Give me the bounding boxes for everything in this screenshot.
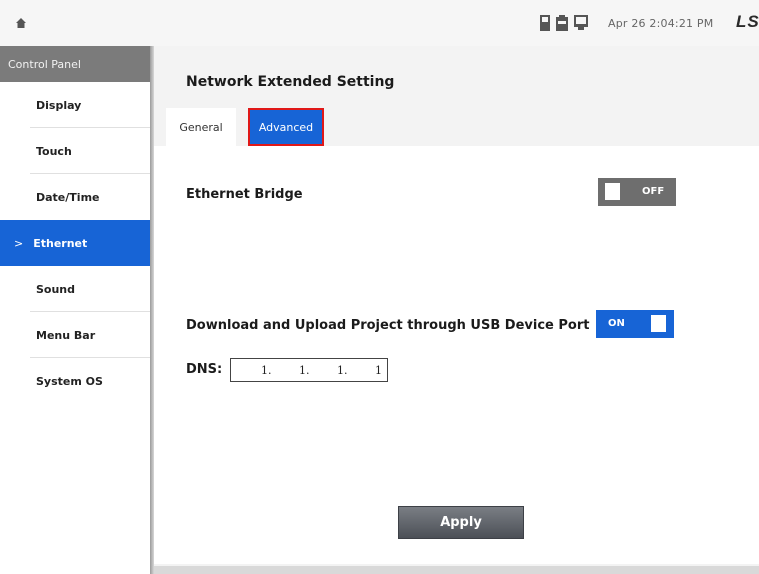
dns-octet: 1. xyxy=(299,364,310,377)
usb-transfer-toggle[interactable]: ON xyxy=(596,310,674,338)
sidebar: Control Panel Display Touch Date/Time > … xyxy=(0,46,150,574)
sidebar-item-label: Display xyxy=(36,98,82,112)
sidebar-item-label: Touch xyxy=(36,144,72,158)
ethernet-bridge-toggle[interactable]: OFF xyxy=(598,178,676,206)
toggle-state: ON xyxy=(608,318,625,329)
sidebar-item-ethernet[interactable]: > Ethernet xyxy=(0,220,150,266)
toggle-knob xyxy=(651,315,666,332)
sidebar-item-label: Sound xyxy=(36,282,76,296)
ethernet-bridge-label: Ethernet Bridge xyxy=(186,187,303,202)
chevron-right-icon: > xyxy=(14,236,24,250)
main-content: Network Extended Setting General Advance… xyxy=(154,46,759,574)
sidebar-item-label: System OS xyxy=(36,374,103,388)
bottom-strip xyxy=(154,566,759,574)
home-icon[interactable] xyxy=(16,18,26,28)
sidebar-item-label: Ethernet xyxy=(33,236,88,250)
sidebar-title: Control Panel xyxy=(0,46,150,82)
settings-panel: Ethernet Bridge OFF Download and Upload … xyxy=(154,146,759,564)
sd-card-icon xyxy=(540,15,550,31)
toggle-knob xyxy=(605,183,620,200)
monitor-icon xyxy=(574,15,588,30)
usb-icon xyxy=(556,15,568,31)
sidebar-item-label: Menu Bar xyxy=(36,328,96,342)
sidebar-item-system-os[interactable]: System OS xyxy=(0,358,150,404)
toggle-state: OFF xyxy=(642,186,665,197)
status-icons xyxy=(540,15,588,31)
dns-octet: 1 xyxy=(375,364,382,377)
sidebar-item-touch[interactable]: Touch xyxy=(0,128,150,174)
tab-advanced[interactable]: Advanced xyxy=(248,108,324,146)
usb-transfer-label: Download and Upload Project through USB … xyxy=(186,318,590,333)
apply-button[interactable]: Apply xyxy=(398,506,524,539)
dns-label: DNS: xyxy=(186,362,223,377)
sidebar-item-label: Date/Time xyxy=(36,190,100,204)
sidebar-item-display[interactable]: Display xyxy=(0,82,150,128)
clock: Apr 26 2:04:21 PM xyxy=(608,17,714,30)
top-bar: Apr 26 2:04:21 PM LS xyxy=(0,0,759,46)
dns-octet: 1. xyxy=(261,364,272,377)
page-title: Network Extended Setting xyxy=(186,74,395,90)
tab-general[interactable]: General xyxy=(166,108,236,146)
dns-octet: 1. xyxy=(337,364,348,377)
tab-bar: General Advanced xyxy=(154,108,759,146)
dns-input[interactable]: 1. 1. 1. 1 xyxy=(230,358,388,382)
sidebar-item-sound[interactable]: Sound xyxy=(0,266,150,312)
sidebar-item-menu-bar[interactable]: Menu Bar xyxy=(0,312,150,358)
sidebar-item-datetime[interactable]: Date/Time xyxy=(0,174,150,220)
brand-logo: LS xyxy=(736,12,759,31)
